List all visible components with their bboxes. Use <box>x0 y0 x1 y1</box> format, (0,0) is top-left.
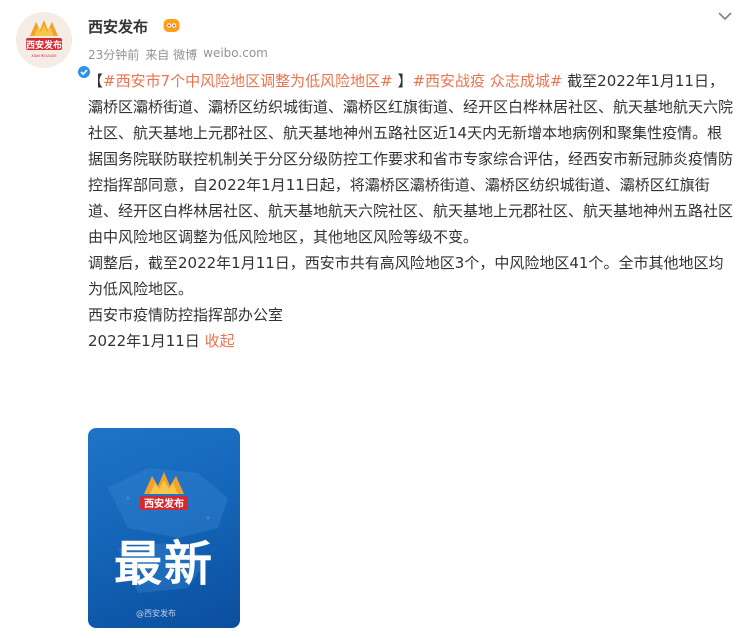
paragraph-date: 2022年1月11日 收起 <box>88 328 736 354</box>
bracket-close: 】 <box>392 72 413 90</box>
source-prefix: 来自 <box>145 48 170 62</box>
paragraph-3: 西安市疫情防控指挥部办公室 <box>88 306 284 324</box>
source-app[interactable]: 微博 <box>173 48 197 62</box>
paragraph-2: 调整后，截至2022年1月11日，西安市共有高风险地区3个，中风险地区41个。全… <box>88 254 724 298</box>
post-content: 【#西安市7个中风险地区调整为低风险地区# 】#西安战疫 众志成城# 截至202… <box>88 68 736 354</box>
vip-icon[interactable] <box>163 18 180 33</box>
avatar-logo-text: 西安发布 <box>26 39 62 51</box>
body-text-1: 截至2022年1月11日，灞桥区灞桥街道、灞桥区纺织城街道、灞桥区红旗街道、经开… <box>88 72 734 246</box>
topic-link[interactable]: #西安市7个中风险地区调整为低风险地区# <box>103 72 393 90</box>
post-time[interactable]: 23分钟前 <box>88 46 139 63</box>
card-logo-text: 西安发布 <box>144 497 184 510</box>
card-watermark: @西安发布 <box>136 609 176 618</box>
hashtag-link[interactable]: #西安战疫 众志成城# <box>412 72 562 90</box>
avatar-sub-text: XIAN RELEASE <box>31 54 56 58</box>
xian-fabu-logo-icon: 西安发布 XIAN RELEASE <box>16 12 72 68</box>
avatar[interactable]: 西安发布 XIAN RELEASE <box>16 12 92 80</box>
card-big-text: 最新 <box>113 536 214 592</box>
collapse-link[interactable]: 收起 <box>205 332 235 350</box>
bracket-open: 【 <box>88 72 104 90</box>
post-image[interactable]: 西安发布 最新 @西安发布 <box>88 428 240 628</box>
account-name[interactable]: 西安发布 <box>88 16 148 37</box>
paragraph-main: 【#西安市7个中风险地区调整为低风险地区# 】#西安战疫 众志成城# 截至202… <box>88 68 736 250</box>
source-domain: weibo.com <box>203 46 268 60</box>
post-meta: 23分钟前 来自 微博 weibo.com <box>88 46 268 63</box>
post-date: 2022年1月11日 <box>88 332 200 350</box>
chevron-down-icon[interactable] <box>716 10 734 22</box>
